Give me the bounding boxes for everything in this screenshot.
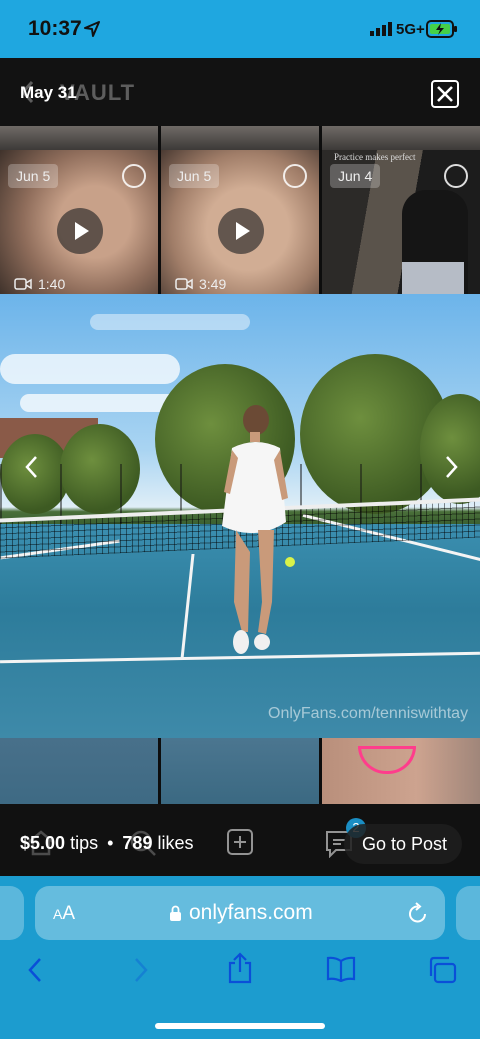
- play-icon[interactable]: [57, 208, 103, 254]
- close-icon[interactable]: [431, 80, 459, 108]
- tabs-icon[interactable]: [428, 956, 458, 984]
- vault-grid-bottom: [0, 738, 480, 804]
- previous-tab-preview[interactable]: [0, 886, 24, 940]
- text-size-button[interactable]: AA: [53, 903, 75, 925]
- forward-icon: [135, 958, 148, 982]
- share-icon[interactable]: [228, 952, 252, 984]
- url-domain: onlyfans.com: [189, 901, 313, 924]
- tennis-player: [222, 405, 295, 654]
- post-footer: $5.00 tips • 789 likes 2 Go to Post: [0, 804, 480, 876]
- vault-grid-top-strip: [0, 126, 480, 150]
- screen: 10:37 5G+ VAULT May 31 Jun 5 1:40 Jun 5: [0, 0, 480, 1039]
- cellular-signal-icon: [370, 22, 392, 36]
- select-circle-icon[interactable]: [444, 164, 468, 188]
- cloud: [90, 314, 250, 330]
- vault-grid: Jun 5 1:40 Jun 5 3:49 Practice makes per…: [0, 150, 480, 294]
- next-tab-preview[interactable]: [456, 886, 480, 940]
- thumbnail-figure-lower: [402, 262, 464, 294]
- cloud: [0, 354, 180, 384]
- play-icon[interactable]: [218, 208, 264, 254]
- thumbnail-caption: Practice makes perfect: [334, 152, 416, 162]
- select-circle-icon[interactable]: [122, 164, 146, 188]
- status-time: 10:37: [28, 17, 82, 40]
- duration-text: 3:49: [199, 276, 227, 292]
- thumbnail-date: Jun 4: [330, 164, 381, 188]
- go-to-post-label: Go to Post: [362, 834, 448, 854]
- text-size-large-a: A: [62, 903, 76, 924]
- media-date: May 31: [20, 83, 77, 102]
- vault-thumbnail[interactable]: [322, 738, 480, 804]
- viewer-header: VAULT May 31: [0, 58, 480, 126]
- select-circle-icon[interactable]: [283, 164, 307, 188]
- media-photo[interactable]: OnlyFans.com/tenniswithtay: [0, 294, 480, 738]
- back-icon[interactable]: [26, 956, 46, 984]
- vault-thumbnail[interactable]: [0, 738, 158, 804]
- video-duration: 1:40: [14, 276, 65, 292]
- address-bar[interactable]: AA onlyfans.com: [35, 886, 445, 940]
- post-stats: $5.00 tips • 789 likes: [20, 833, 194, 854]
- vault-thumbnail[interactable]: [161, 738, 319, 804]
- likes-count: 789: [122, 833, 153, 853]
- thumbnail-date: Jun 5: [8, 164, 59, 188]
- browser-chrome: AA onlyfans.com: [0, 876, 480, 1039]
- network-type: 5G+: [396, 21, 425, 38]
- battery-charging-icon: [426, 20, 457, 38]
- likes-label: likes: [157, 833, 194, 853]
- bookmarks-icon[interactable]: [326, 956, 356, 982]
- tips-label: tips: [70, 833, 99, 853]
- add-post-icon[interactable]: [226, 828, 254, 856]
- status-bar: 10:37 5G+: [0, 0, 480, 58]
- text-size-small-a: A: [53, 906, 63, 922]
- tips-amount: $5.00: [20, 833, 66, 853]
- location-arrow-icon: [84, 21, 100, 37]
- vault-thumbnail[interactable]: Practice makes perfect Jun 4: [322, 150, 480, 294]
- reload-icon[interactable]: [407, 901, 429, 925]
- court-line: [180, 554, 195, 659]
- previous-media-icon[interactable]: [22, 454, 42, 480]
- video-camera-icon: [175, 278, 193, 290]
- go-to-post-button[interactable]: Go to Post: [344, 824, 462, 864]
- watermark: OnlyFans.com/tenniswithtay: [268, 705, 469, 722]
- duration-text: 1:40: [38, 276, 66, 292]
- video-camera-icon: [14, 278, 32, 290]
- home-indicator: [155, 1023, 325, 1029]
- lock-icon: [170, 905, 181, 921]
- vault-thumbnail[interactable]: Jun 5 3:49: [161, 150, 319, 294]
- next-media-icon[interactable]: [441, 454, 461, 480]
- video-duration: 3:49: [175, 276, 226, 292]
- thumbnail-date: Jun 5: [169, 164, 220, 188]
- stats-separator: •: [107, 833, 114, 853]
- vault-thumbnail[interactable]: Jun 5 1:40: [0, 150, 158, 294]
